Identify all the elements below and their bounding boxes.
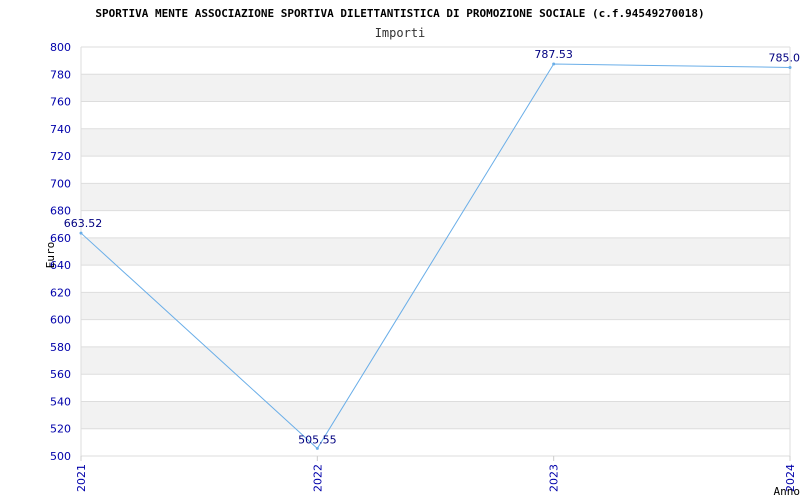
grid-band xyxy=(81,374,790,402)
grid-band xyxy=(81,401,790,429)
x-axis-label: Anno xyxy=(774,485,800,498)
data-label: 663.52 xyxy=(64,217,103,230)
y-tick-label: 720 xyxy=(50,150,71,163)
grid-band xyxy=(81,265,790,293)
grid-band xyxy=(81,346,790,375)
grid-band xyxy=(81,428,790,456)
data-point xyxy=(788,65,792,69)
grid-band xyxy=(81,237,790,266)
y-tick-label: 680 xyxy=(50,205,71,218)
grid-band xyxy=(81,128,790,157)
y-tick-label: 540 xyxy=(50,395,71,408)
grid-band xyxy=(81,156,790,184)
grid-band xyxy=(81,292,790,320)
x-tick-label: 2021 xyxy=(75,464,88,492)
grid-band xyxy=(81,74,790,102)
y-tick-label: 700 xyxy=(50,177,71,190)
y-tick-label: 780 xyxy=(50,68,71,81)
y-tick-label: 600 xyxy=(50,314,71,327)
grid-band xyxy=(81,319,790,347)
x-tick-label: 2022 xyxy=(311,464,324,492)
data-point xyxy=(79,231,83,235)
y-tick-label: 520 xyxy=(50,423,71,436)
y-axis-label: Euro xyxy=(44,242,57,269)
chart-subtitle: Importi xyxy=(375,26,426,40)
data-point xyxy=(552,62,556,66)
y-tick-label: 500 xyxy=(50,450,71,463)
y-tick-label: 740 xyxy=(50,123,71,136)
chart-title: SPORTIVA MENTE ASSOCIAZIONE SPORTIVA DIL… xyxy=(95,7,704,20)
data-label: 505.55 xyxy=(298,433,337,446)
data-label: 785.0 xyxy=(769,51,800,64)
grid-band xyxy=(81,101,790,129)
grid-band xyxy=(81,183,790,211)
data-label: 787.53 xyxy=(534,48,573,61)
x-tick-label: 2023 xyxy=(548,464,561,492)
line-chart: SPORTIVA MENTE ASSOCIAZIONE SPORTIVA DIL… xyxy=(44,7,800,498)
y-tick-label: 620 xyxy=(50,286,71,299)
y-tick-label: 760 xyxy=(50,96,71,109)
x-axis-ticks: 2021 2022 2023 2024 xyxy=(75,456,797,492)
y-tick-label: 580 xyxy=(50,341,71,354)
grid-band xyxy=(81,210,790,238)
y-tick-label: 800 xyxy=(50,41,71,54)
grid-band xyxy=(81,47,790,75)
y-tick-label: 560 xyxy=(50,368,71,381)
data-point xyxy=(315,446,319,450)
grid-bands xyxy=(81,47,790,456)
